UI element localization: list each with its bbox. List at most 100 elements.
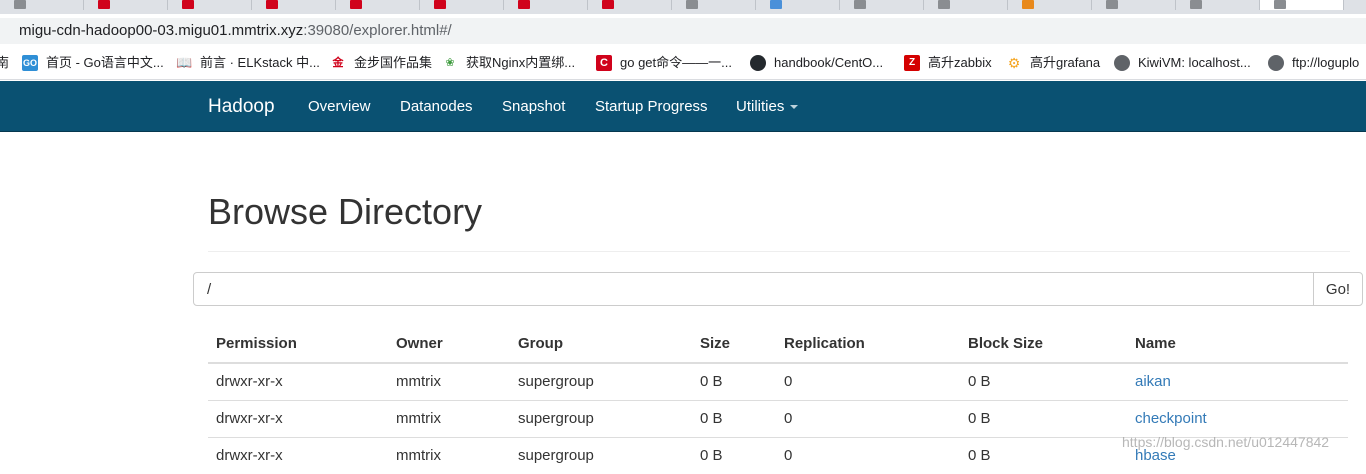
book-icon: 📖 [176, 55, 193, 70]
column-header-owner[interactable]: Owner [388, 324, 510, 364]
cell-permission: drwxr-xr-x [208, 399, 388, 437]
browser-tab[interactable] [756, 0, 840, 10]
tab-favicon-icon [938, 0, 950, 9]
cell-group: supergroup [510, 436, 692, 474]
table-row: drwxr-xr-x mmtrix supergroup 0 B 0 0 B a… [208, 362, 1348, 400]
column-header-name[interactable]: Name [1127, 324, 1348, 364]
tab-favicon-icon [602, 0, 614, 9]
zabbix-icon: Z [904, 55, 920, 71]
bookmark-item[interactable]: handbook/CentO... [750, 54, 883, 72]
cell-name: checkpoint [1127, 399, 1348, 437]
bookmark-label: 首页 - Go语言中文... [46, 55, 164, 70]
column-header-size[interactable]: Size [692, 324, 776, 364]
tab-favicon-icon [98, 0, 110, 9]
cell-permission: drwxr-xr-x [208, 362, 388, 400]
cell-permission: drwxr-xr-x [208, 436, 388, 474]
cell-size: 0 B [692, 436, 776, 474]
browser-tab[interactable] [420, 0, 504, 10]
cell-group: supergroup [510, 399, 692, 437]
browser-tab[interactable] [336, 0, 420, 10]
cell-block-size: 0 B [960, 399, 1127, 437]
cell-owner: mmtrix [388, 362, 510, 400]
bookmark-label: handbook/CentO... [774, 55, 884, 70]
browser-tab[interactable] [1176, 0, 1260, 10]
go-icon: GO [22, 55, 38, 71]
globe-icon [1268, 55, 1284, 71]
tab-favicon-icon [182, 0, 194, 9]
nav-startup-progress[interactable]: Startup Progress [595, 81, 708, 132]
bookmark-item[interactable]: KiwiVM: localhost... [1114, 54, 1251, 72]
page-title: Browse Directory [208, 191, 483, 232]
nav-overview[interactable]: Overview [308, 81, 371, 132]
bookmark-item[interactable]: Cgo get命令——一... [596, 54, 732, 72]
table-row: drwxr-xr-x mmtrix supergroup 0 B 0 0 B c… [208, 399, 1348, 437]
cell-block-size: 0 B [960, 436, 1127, 474]
address-bar: migu-cdn-hadoop00-03.migu01.mmtrix.xyz:3… [0, 14, 1366, 47]
nav-snapshot[interactable]: Snapshot [502, 81, 565, 132]
browser-tab[interactable] [84, 0, 168, 10]
bookmark-partial[interactable]: 南 [0, 54, 9, 72]
url-field[interactable]: migu-cdn-hadoop00-03.migu01.mmtrix.xyz:3… [0, 18, 1366, 44]
hadoop-navbar: Hadoop Overview Datanodes Snapshot Start… [0, 81, 1366, 132]
cell-size: 0 B [692, 399, 776, 437]
bookmark-item[interactable]: Z 高升zabbix [904, 54, 992, 72]
bookmark-label: 高升grafana [1030, 55, 1101, 70]
navbar-brand[interactable]: Hadoop [208, 81, 275, 132]
bookmark-label: ftp://loguplo [1292, 55, 1360, 70]
column-header-replication[interactable]: Replication [776, 324, 960, 364]
bookmark-label: 高升zabbix [928, 55, 992, 70]
url-host: migu-cdn-hadoop00-03.migu01.mmtrix.xyz [19, 22, 304, 39]
tab-favicon-icon [686, 0, 698, 9]
browser-tab[interactable] [504, 0, 588, 10]
browser-tab[interactable] [168, 0, 252, 10]
github-icon [750, 55, 766, 71]
directory-link[interactable]: aikan [1135, 373, 1171, 390]
bookmark-partial-label: 南 [0, 54, 9, 72]
browser-tab[interactable] [672, 0, 756, 10]
cell-replication: 0 [776, 362, 960, 400]
bookmark-item[interactable]: 金金步国作品集 [330, 54, 433, 72]
bookmark-item[interactable]: 📖 前言 · ELKstack 中... [176, 54, 320, 72]
cell-block-size: 0 B [960, 362, 1127, 400]
browser-tab[interactable] [840, 0, 924, 10]
browser-tab[interactable] [1092, 0, 1176, 10]
browser-tab[interactable] [924, 0, 1008, 10]
browser-tab-active[interactable] [1260, 0, 1344, 10]
tab-favicon-icon [434, 0, 446, 9]
cell-group: supergroup [510, 362, 692, 400]
cell-owner: mmtrix [388, 399, 510, 437]
column-header-group[interactable]: Group [510, 324, 692, 364]
browser-tab[interactable] [0, 0, 84, 10]
chevron-down-icon [790, 105, 799, 110]
browser-tab-strip [0, 0, 1366, 14]
bookmark-item[interactable]: ⚙ 高升grafana [1006, 54, 1100, 72]
column-header-permission[interactable]: Permission [208, 324, 388, 364]
tab-favicon-icon [854, 0, 866, 9]
nav-utilities-dropdown[interactable]: Utilities [736, 81, 799, 132]
directory-path-input[interactable] [193, 272, 1314, 306]
browser-tab[interactable] [588, 0, 672, 10]
bookmark-item[interactable]: ❀ 获取Nginx内置绑... [442, 54, 575, 72]
bookmark-item[interactable]: GO 首页 - Go语言中文... [22, 54, 164, 72]
tab-favicon-icon [770, 0, 782, 9]
url-path: :39080/explorer.html#/ [303, 22, 452, 39]
browser-tab[interactable] [1008, 0, 1092, 10]
go-button[interactable]: Go! [1313, 272, 1363, 306]
bookmark-label: 金步国作品集 [354, 55, 433, 70]
bookmark-item[interactable]: ftp://loguplo [1268, 54, 1359, 72]
tab-favicon-icon [1274, 0, 1286, 9]
table-header-row: Permission Owner Group Size Replication … [208, 324, 1348, 364]
bookmark-label: go get命令——一... [620, 55, 732, 70]
watermark: https://blog.csdn.net/u012447842 [1122, 434, 1330, 450]
directory-link[interactable]: checkpoint [1135, 410, 1207, 427]
globe-icon [1114, 55, 1130, 71]
nav-datanodes[interactable]: Datanodes [400, 81, 473, 132]
directory-table: Permission Owner Group Size Replication … [208, 324, 1348, 474]
tab-favicon-icon [1190, 0, 1202, 9]
tab-favicon-icon [1022, 0, 1034, 9]
grafana-icon: ⚙ [1007, 55, 1021, 71]
column-header-block-size[interactable]: Block Size [960, 324, 1127, 364]
browser-tab[interactable] [252, 0, 336, 10]
tab-favicon-icon [266, 0, 278, 9]
cell-name: aikan [1127, 362, 1348, 400]
